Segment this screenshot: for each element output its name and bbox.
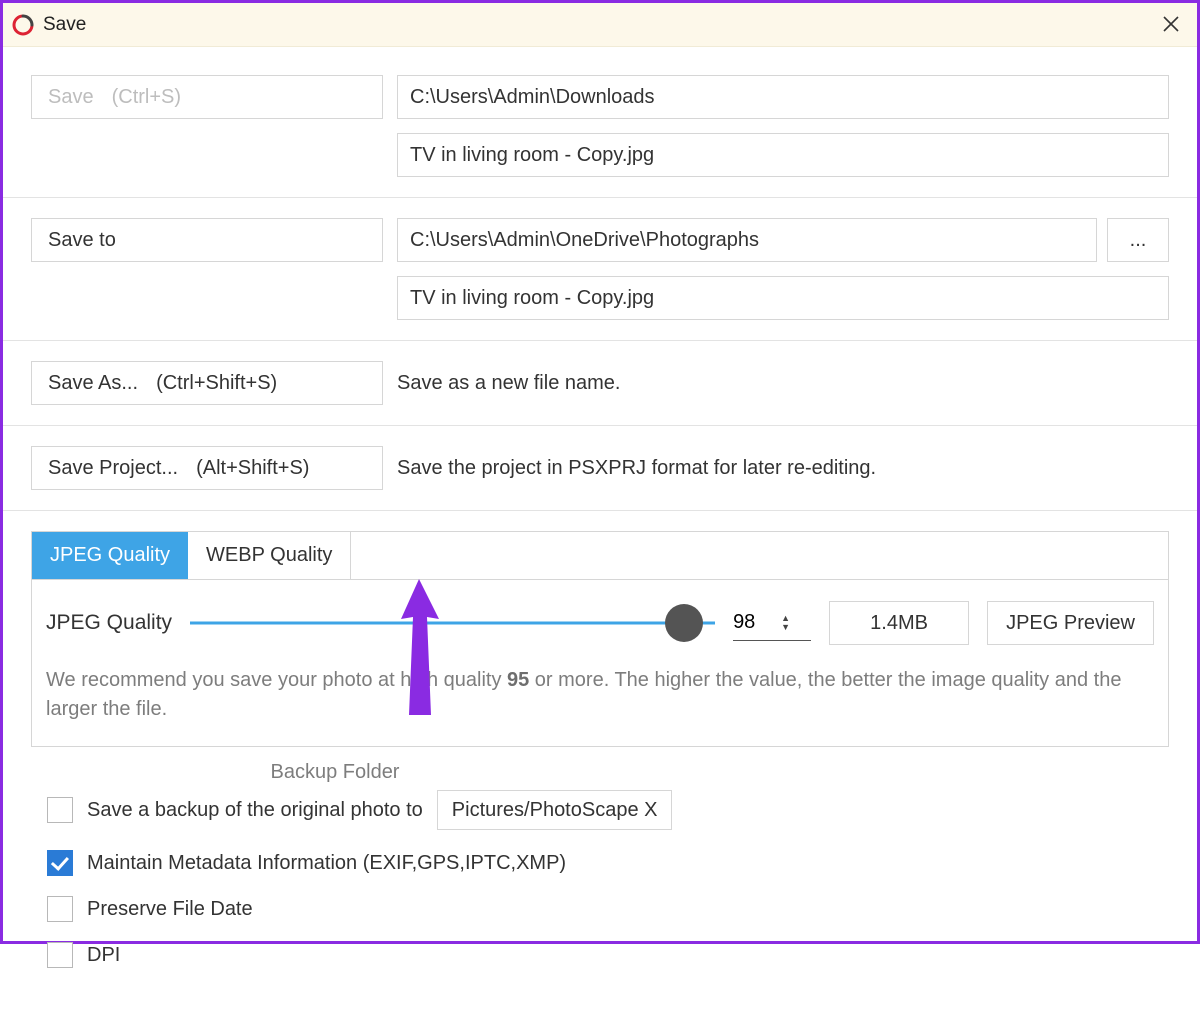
- window-title: Save: [43, 14, 1153, 36]
- tab-webp-quality[interactable]: WEBP Quality: [188, 532, 351, 579]
- save-button: Save (Ctrl+S): [31, 75, 383, 119]
- save-as-description: Save as a new file name.: [397, 361, 1169, 405]
- save-to-button[interactable]: Save to: [31, 218, 383, 262]
- save-as-label: Save As...: [48, 372, 138, 395]
- spinner-arrows-icon[interactable]: ▲▼: [781, 614, 790, 632]
- save-project-shortcut: (Alt+Shift+S): [196, 457, 309, 480]
- jpeg-preview-button[interactable]: JPEG Preview: [987, 601, 1154, 645]
- save-to-path[interactable]: C:\Users\Admin\OneDrive\Photographs: [397, 218, 1097, 262]
- jpeg-quality-spinbox[interactable]: ▲▼: [733, 605, 811, 641]
- save-button-label: Save: [48, 86, 94, 109]
- quality-tabbar: JPEG Quality WEBP Quality: [32, 532, 1168, 580]
- save-project-button[interactable]: Save Project... (Alt+Shift+S): [31, 446, 383, 490]
- metadata-checkbox[interactable]: [47, 850, 73, 876]
- save-shortcut: (Ctrl+S): [112, 86, 181, 109]
- jpeg-quality-label: JPEG Quality: [46, 611, 172, 635]
- tab-jpeg-quality[interactable]: JPEG Quality: [32, 532, 188, 579]
- save-as-shortcut: (Ctrl+Shift+S): [156, 372, 277, 395]
- dpi-checkbox[interactable]: [47, 942, 73, 968]
- dpi-label: DPI: [87, 944, 120, 967]
- titlebar: Save: [3, 3, 1197, 47]
- slider-thumb[interactable]: [665, 604, 703, 642]
- backup-folder-select[interactable]: Pictures/PhotoScape X: [437, 790, 673, 830]
- backup-folder-header: Backup Folder: [185, 761, 485, 784]
- backup-label: Save a backup of the original photo to: [87, 799, 423, 822]
- browse-button[interactable]: ...: [1107, 218, 1169, 262]
- metadata-label: Maintain Metadata Information (EXIF,GPS,…: [87, 852, 566, 875]
- close-icon[interactable]: [1153, 11, 1189, 39]
- save-to-filename[interactable]: TV in living room - Copy.jpg: [397, 276, 1169, 320]
- app-icon: [11, 13, 35, 37]
- save-as-button[interactable]: Save As... (Ctrl+Shift+S): [31, 361, 383, 405]
- quality-hint: We recommend you save your photo at high…: [46, 666, 1154, 724]
- save-filename: TV in living room - Copy.jpg: [397, 133, 1169, 177]
- save-path: C:\Users\Admin\Downloads: [397, 75, 1169, 119]
- preserve-date-label: Preserve File Date: [87, 898, 253, 921]
- jpeg-quality-input[interactable]: [733, 611, 781, 634]
- quality-tabbox: JPEG Quality WEBP Quality JPEG Quality ▲…: [31, 531, 1169, 747]
- save-to-label: Save to: [48, 229, 116, 252]
- estimated-size: 1.4MB: [829, 601, 969, 645]
- backup-checkbox[interactable]: [47, 797, 73, 823]
- save-project-label: Save Project...: [48, 457, 178, 480]
- preserve-date-checkbox[interactable]: [47, 896, 73, 922]
- jpeg-quality-slider[interactable]: [190, 603, 715, 643]
- save-project-description: Save the project in PSXPRJ format for la…: [397, 446, 1169, 490]
